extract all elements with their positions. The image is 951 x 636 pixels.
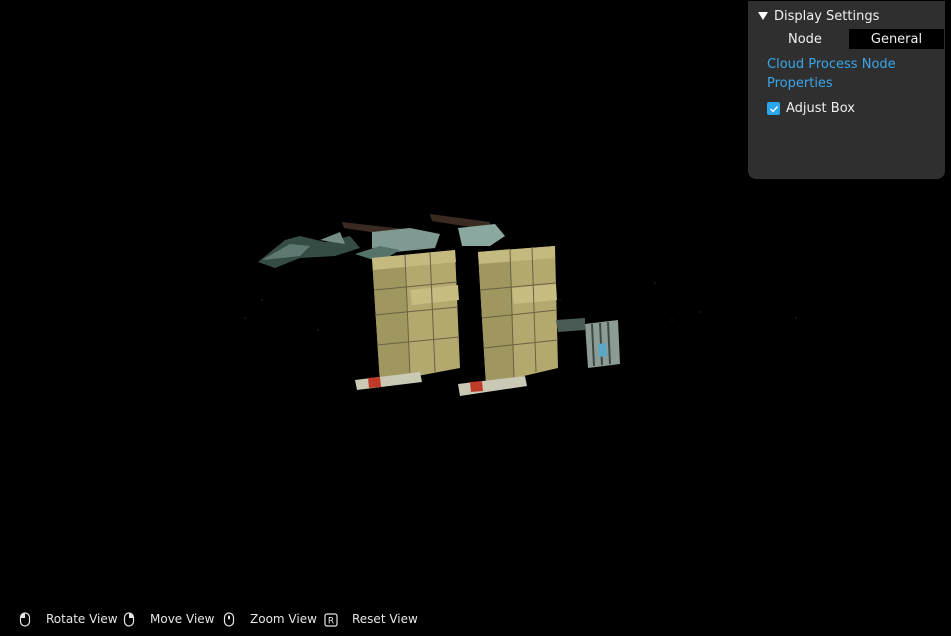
collapse-triangle-icon — [758, 12, 768, 20]
hint-label-reset: Reset View — [352, 612, 418, 626]
display-settings-panel: Display Settings Node General Cloud Proc… — [748, 1, 945, 179]
panel-title: Display Settings — [774, 8, 880, 24]
display-settings-header[interactable]: Display Settings — [758, 7, 879, 25]
mouse-right-icon — [123, 612, 135, 631]
svg-text:R: R — [328, 617, 334, 627]
right-module — [556, 318, 620, 368]
r-key-icon: R — [324, 612, 338, 631]
solar-panel-2 — [458, 246, 559, 396]
adjust-box-toggle[interactable]: Adjust Box — [767, 101, 855, 116]
hint-label-rotate: Rotate View — [46, 612, 118, 626]
mouse-left-icon — [19, 612, 31, 631]
solar-panel-1 — [355, 250, 460, 390]
left-structure — [258, 232, 360, 268]
cloud-process-node-properties-link[interactable]: Cloud Process Node Properties — [767, 55, 927, 93]
hint-label-move: Move View — [150, 612, 215, 626]
control-hints-bar: Rotate View Move View Zoom View R Reset … — [0, 610, 600, 630]
mouse-wheel-icon — [223, 612, 235, 631]
node-label: Node — [788, 32, 822, 47]
adjust-box-label: Adjust Box — [786, 101, 855, 116]
node-select[interactable]: General — [849, 29, 944, 49]
node-row: Node General — [748, 29, 945, 50]
adjust-box-checkbox[interactable] — [767, 102, 780, 115]
hint-label-zoom: Zoom View — [250, 612, 317, 626]
checkmark-icon — [769, 105, 778, 113]
